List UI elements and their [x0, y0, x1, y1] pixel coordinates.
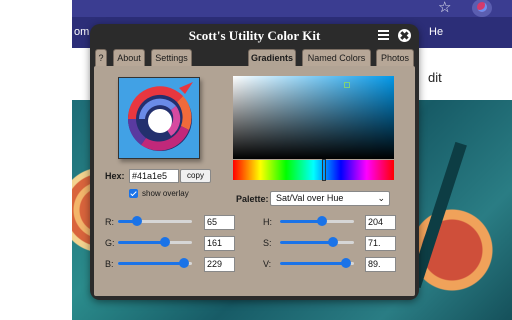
- color-preview-image: [118, 77, 200, 159]
- swirl-logo-icon: [119, 78, 199, 158]
- sat-val-gradient[interactable]: [233, 76, 394, 159]
- tab-about[interactable]: About: [113, 49, 145, 66]
- g-slider[interactable]: [118, 237, 192, 247]
- g-label: G:: [105, 238, 115, 248]
- h-label: H:: [263, 217, 272, 227]
- gradient-marker[interactable]: [344, 82, 350, 88]
- tab-settings[interactable]: Settings: [151, 49, 192, 66]
- palette-select[interactable]: Sat/Val over Hue ⌄: [270, 191, 390, 206]
- bookmark-star-icon[interactable]: ☆: [438, 0, 451, 16]
- color-kit-popup: Scott's Utility Color Kit ? About Settin…: [90, 24, 419, 300]
- hue-bar[interactable]: [233, 160, 394, 180]
- b-label: B:: [105, 259, 114, 269]
- show-overlay-label: show overlay: [142, 189, 189, 198]
- page-header-text-left: om: [74, 26, 90, 38]
- v-slider[interactable]: [280, 258, 354, 268]
- tab-named-colors[interactable]: Named Colors: [302, 49, 371, 66]
- page-header-text-right: He: [429, 26, 444, 38]
- v-label: V:: [263, 259, 272, 269]
- tab-photos[interactable]: Photos: [376, 49, 414, 66]
- s-value-input[interactable]: 71.: [365, 236, 396, 251]
- close-icon[interactable]: [398, 29, 411, 42]
- palette-selected-value: Sat/Val over Hue: [276, 193, 344, 203]
- hue-marker[interactable]: [322, 159, 326, 181]
- s-label: S:: [263, 238, 272, 248]
- r-slider[interactable]: [118, 216, 192, 226]
- palette-label: Palette:: [236, 194, 269, 204]
- chevron-down-icon: ⌄: [377, 193, 385, 203]
- hamburger-menu-icon[interactable]: [378, 30, 389, 40]
- title-bar: Scott's Utility Color Kit: [90, 24, 419, 48]
- hex-input[interactable]: [129, 169, 179, 183]
- h-value-input[interactable]: 204: [365, 215, 396, 230]
- browser-toolbar: ☆ ⋮: [72, 0, 512, 17]
- extension-icon[interactable]: [472, 0, 492, 17]
- b-value-input[interactable]: 229: [204, 257, 235, 272]
- hex-label: Hex:: [105, 171, 125, 181]
- copy-button[interactable]: copy: [180, 169, 211, 183]
- tab-gradients[interactable]: Gradients: [248, 49, 296, 66]
- show-overlay-checkbox[interactable]: [129, 189, 138, 198]
- page-content-text: dit: [428, 70, 442, 85]
- g-value-input[interactable]: 161: [204, 236, 235, 251]
- r-label: R:: [105, 217, 114, 227]
- h-slider[interactable]: [280, 216, 354, 226]
- popup-title: Scott's Utility Color Kit: [188, 28, 321, 43]
- r-value-input[interactable]: 65: [204, 215, 235, 230]
- b-slider[interactable]: [118, 258, 192, 268]
- v-value-input[interactable]: 89.: [365, 257, 396, 272]
- s-slider[interactable]: [280, 237, 354, 247]
- tab-help[interactable]: ?: [95, 49, 107, 66]
